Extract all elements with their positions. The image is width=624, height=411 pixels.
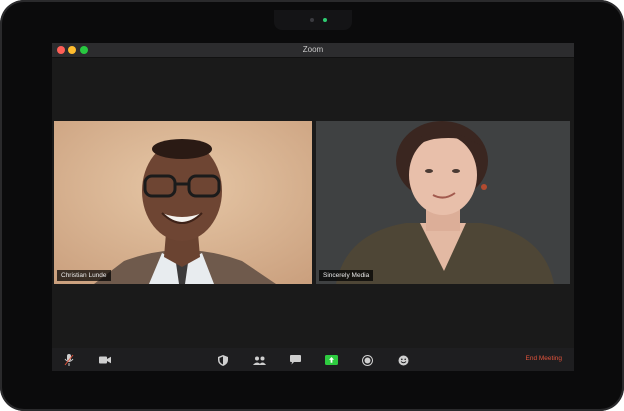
participant-video-image: [54, 121, 312, 284]
meeting-toolbar: End Meeting: [52, 348, 574, 371]
chat-icon[interactable]: [288, 353, 302, 367]
participant-video-image: [316, 121, 570, 284]
window-titlebar: Zoom: [52, 43, 574, 58]
zoom-window: Zoom Christian Lunde Sincerely Media End…: [52, 43, 574, 371]
microphone-icon[interactable]: [62, 353, 76, 367]
participant-name-label: Christian Lunde: [57, 270, 111, 281]
webcam-indicator-light: [323, 18, 327, 22]
video-tile-sincerely-media[interactable]: Sincerely Media: [316, 121, 570, 284]
video-tile-christian-lunde[interactable]: Christian Lunde: [54, 121, 312, 284]
share-screen-icon[interactable]: [324, 353, 338, 367]
participant-name-label: Sincerely Media: [319, 270, 374, 281]
participants-icon[interactable]: [252, 353, 266, 367]
window-title: Zoom: [302, 45, 324, 54]
record-icon[interactable]: [360, 353, 374, 367]
end-meeting-button[interactable]: End Meeting: [526, 355, 563, 362]
video-camera-icon[interactable]: [98, 353, 112, 367]
reactions-icon[interactable]: [396, 353, 410, 367]
laptop-frame: Zoom Christian Lunde Sincerely Media End…: [0, 0, 624, 411]
security-shield-icon[interactable]: [216, 353, 230, 367]
camera-notch: [274, 10, 352, 30]
webcam-lens: [310, 18, 314, 22]
